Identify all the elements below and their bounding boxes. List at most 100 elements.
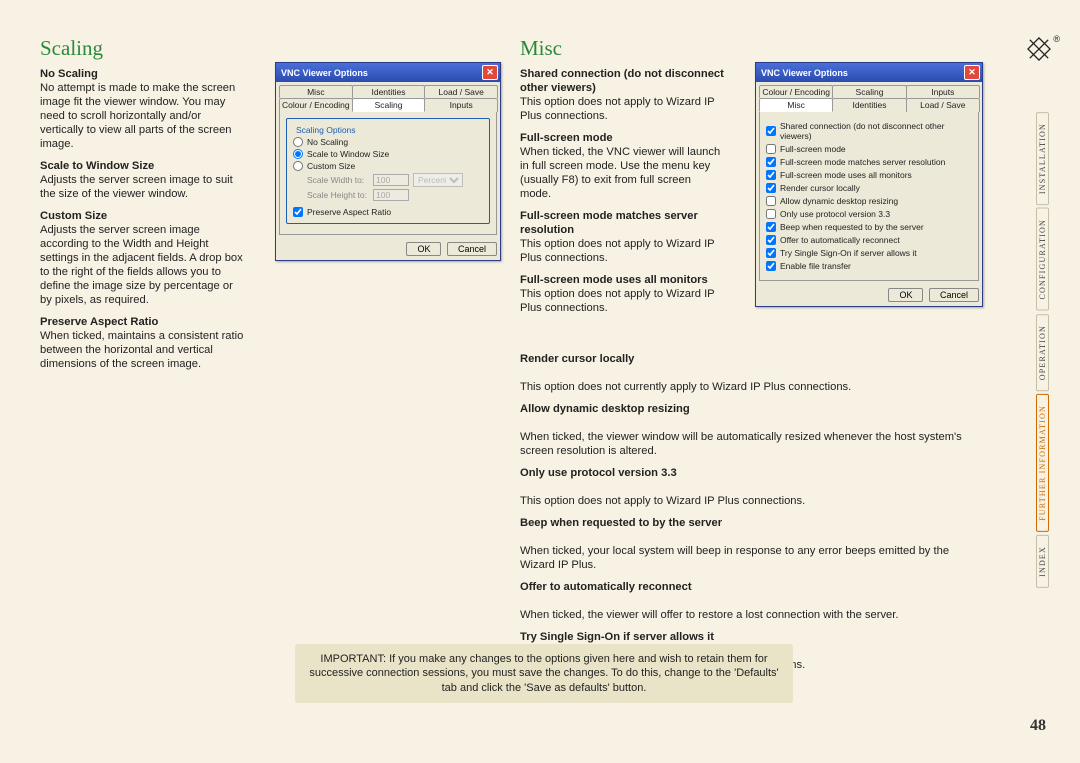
ok-button[interactable]: OK [888, 288, 923, 302]
checkbox-label: Enable file transfer [780, 261, 851, 271]
dialog-title-bar: VNC Viewer Options ✕ [756, 63, 982, 82]
checkbox-input[interactable] [766, 144, 776, 154]
dialog-tab[interactable]: Scaling [352, 98, 426, 112]
checkbox-input[interactable] [766, 261, 776, 271]
option-block: Full-screen mode matches server resoluti… [520, 209, 725, 265]
option-block: Scale to Window Size Adjusts the server … [40, 159, 245, 201]
important-note: IMPORTANT: If you make any changes to th… [295, 644, 793, 703]
dialog-tab[interactable]: Misc [279, 85, 353, 98]
option-body: This option does not apply to Wizard IP … [520, 96, 714, 122]
checkbox-input[interactable] [766, 183, 776, 193]
option-title: Beep when requested to by the server [520, 516, 980, 530]
dialog-tab[interactable]: Colour / Encoding [759, 85, 833, 98]
radio-input[interactable] [293, 149, 303, 159]
option-block: Full-screen mode uses all monitors This … [520, 273, 725, 315]
unit-select[interactable]: Percent [413, 173, 463, 187]
option-body: This option does not apply to Wizard IP … [520, 288, 714, 314]
option-title: Full-screen mode matches server resoluti… [520, 209, 725, 237]
dialog-tab[interactable]: Scaling [832, 85, 906, 98]
cancel-button[interactable]: Cancel [929, 288, 979, 302]
scale-width-input[interactable] [373, 174, 409, 186]
dialog-scaling: VNC Viewer Options ✕ MiscIdentitiesLoad … [275, 62, 501, 261]
scale-height-input[interactable] [373, 189, 409, 201]
preserve-label: Preserve Aspect Ratio [307, 207, 391, 217]
radio-label: No Scaling [307, 137, 348, 147]
option-title: Allow dynamic desktop resizing [520, 402, 980, 416]
scaling-radio-row[interactable]: Scale to Window Size [293, 149, 483, 159]
checkbox-input[interactable] [766, 209, 776, 219]
misc-check-row[interactable]: Full-screen mode uses all monitors [766, 170, 972, 180]
registered-mark: ® [1053, 34, 1060, 44]
option-title: Scale to Window Size [40, 159, 245, 173]
dialog-tab[interactable]: Inputs [424, 98, 498, 112]
option-body: This option does not apply to Wizard IP … [520, 238, 714, 264]
close-icon[interactable]: ✕ [964, 65, 980, 80]
side-nav-tab[interactable]: OPERATION [1036, 314, 1049, 391]
dialog-tab[interactable]: Inputs [906, 85, 980, 98]
checkbox-input[interactable] [766, 170, 776, 180]
dialog-tab[interactable]: Identities [352, 85, 426, 98]
option-body: This option does not apply to Wizard IP … [520, 495, 805, 507]
checkbox-label: Beep when requested to by the server [780, 222, 924, 232]
cancel-button[interactable]: Cancel [447, 242, 497, 256]
dialog-tab[interactable]: Identities [832, 98, 906, 112]
option-block: Offer to automatically reconnect When ti… [520, 580, 980, 622]
misc-check-row[interactable]: Full-screen mode [766, 144, 972, 154]
dialog-title: VNC Viewer Options [281, 68, 368, 78]
misc-check-row[interactable]: Try Single Sign-On if server allows it [766, 248, 972, 258]
side-nav-tab[interactable]: FURTHER INFORMATION [1036, 394, 1049, 532]
checkbox-input[interactable] [766, 235, 776, 245]
option-block: Custom Size Adjusts the server screen im… [40, 209, 245, 307]
section-title-misc: Misc [520, 36, 725, 61]
option-block: No Scaling No attempt is made to make th… [40, 67, 245, 151]
checkbox-label: Full-screen mode [780, 144, 846, 154]
misc-check-row[interactable]: Full-screen mode matches server resoluti… [766, 157, 972, 167]
close-icon[interactable]: ✕ [482, 65, 498, 80]
section-title-scaling: Scaling [40, 36, 245, 61]
radio-label: Scale to Window Size [307, 149, 389, 159]
scaling-radio-row[interactable]: Custom Size [293, 161, 483, 171]
width-label: Scale Width to: [307, 175, 369, 185]
misc-check-row[interactable]: Only use protocol version 3.3 [766, 209, 972, 219]
dialog-tab[interactable]: Load / Save [906, 98, 980, 112]
misc-check-row[interactable]: Offer to automatically reconnect [766, 235, 972, 245]
option-body: Adjusts the server screen image accordin… [40, 224, 243, 306]
option-body: Adjusts the server screen image to suit … [40, 174, 233, 200]
checkbox-label: Render cursor locally [780, 183, 860, 193]
misc-check-row[interactable]: Shared connection (do not disconnect oth… [766, 121, 972, 141]
option-body: When ticked, the VNC viewer will launch … [520, 146, 720, 200]
side-nav-tab[interactable]: INDEX [1036, 535, 1049, 588]
checkbox-input[interactable] [766, 157, 776, 167]
height-label: Scale Height to: [307, 190, 369, 200]
side-nav-tab[interactable]: INSTALLATION [1036, 112, 1049, 205]
scaling-radio-row[interactable]: No Scaling [293, 137, 483, 147]
option-title: No Scaling [40, 67, 245, 81]
radio-input[interactable] [293, 161, 303, 171]
misc-check-row[interactable]: Enable file transfer [766, 261, 972, 271]
option-block: Beep when requested to by the server Whe… [520, 516, 980, 572]
checkbox-input[interactable] [766, 196, 776, 206]
option-title: Only use protocol version 3.3 [520, 466, 980, 480]
misc-check-row[interactable]: Allow dynamic desktop resizing [766, 196, 972, 206]
checkbox-input[interactable] [766, 126, 776, 136]
side-nav-tab[interactable]: CONFIGURATION [1036, 208, 1049, 311]
checkbox-input[interactable] [766, 248, 776, 258]
option-block: Preserve Aspect Ratio When ticked, maint… [40, 315, 245, 371]
dialog-tab[interactable]: Load / Save [424, 85, 498, 98]
option-body: When ticked, your local system will beep… [520, 545, 949, 571]
ok-button[interactable]: OK [406, 242, 441, 256]
dialog-tab[interactable]: Misc [759, 98, 833, 112]
dialog-misc: VNC Viewer Options ✕ Colour / EncodingSc… [755, 62, 983, 307]
misc-check-row[interactable]: Beep when requested to by the server [766, 222, 972, 232]
option-title: Full-screen mode [520, 131, 725, 145]
radio-label: Custom Size [307, 161, 355, 171]
option-title: Custom Size [40, 209, 245, 223]
radio-input[interactable] [293, 137, 303, 147]
preserve-aspect-checkbox[interactable] [293, 207, 303, 217]
option-block: Allow dynamic desktop resizing When tick… [520, 402, 980, 458]
option-title: Render cursor locally [520, 352, 980, 366]
dialog-tab[interactable]: Colour / Encoding [279, 98, 353, 112]
checkbox-input[interactable] [766, 222, 776, 232]
misc-check-row[interactable]: Render cursor locally [766, 183, 972, 193]
page-number: 48 [1030, 717, 1046, 735]
